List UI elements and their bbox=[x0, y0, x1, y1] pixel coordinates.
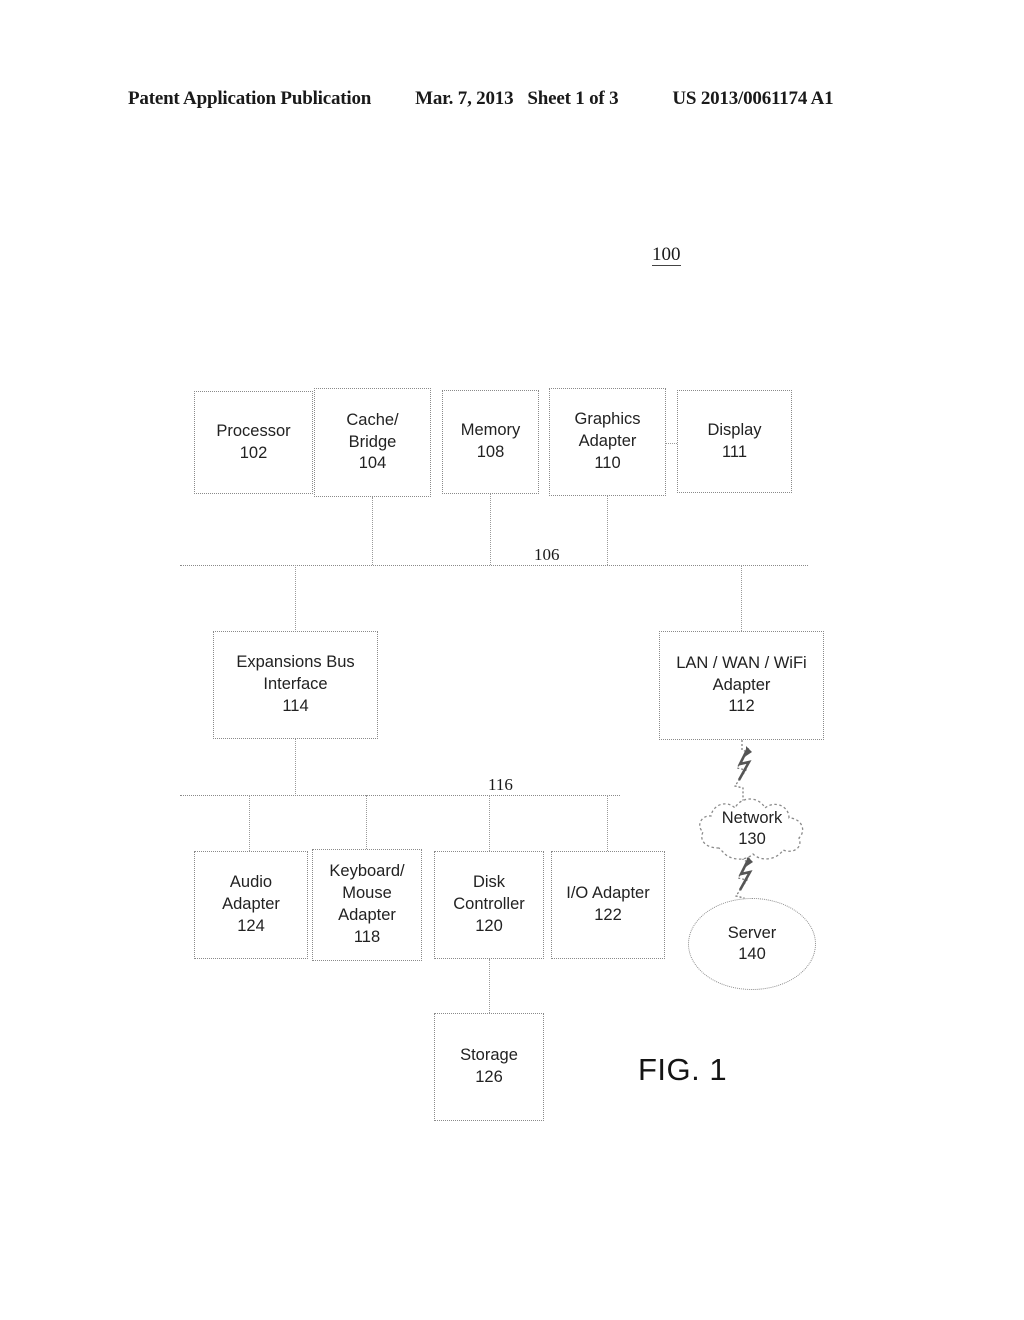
node-storage-number: 126 bbox=[475, 1068, 503, 1086]
node-disk-controller-number: 120 bbox=[475, 916, 503, 935]
node-audio-adapter-label-line2: Adapter bbox=[222, 895, 280, 914]
node-network-cloud: Network 130 bbox=[691, 790, 813, 868]
node-display-label: Display bbox=[707, 420, 762, 439]
sheet-number: Sheet 1 of 3 bbox=[527, 88, 619, 109]
node-io-adapter: I/O Adapter 122 bbox=[551, 851, 665, 959]
node-cache-bridge: Cache/ Bridge 104 bbox=[314, 388, 431, 497]
bus-106 bbox=[180, 565, 808, 566]
node-graphics-adapter: Graphics Adapter 110 bbox=[549, 388, 666, 496]
bus-116-label: 116 bbox=[484, 775, 517, 795]
node-expansions-bus-number: 114 bbox=[282, 696, 309, 715]
drop-cache-to-bus106 bbox=[372, 497, 373, 565]
node-lan-wan-wifi-number: 112 bbox=[728, 697, 755, 716]
node-graphics-adapter-number: 110 bbox=[594, 453, 621, 472]
drop-bus116-to-keyboard-mouse bbox=[366, 795, 367, 851]
node-graphics-adapter-label-line1: Graphics bbox=[574, 410, 641, 429]
bus-106-label: 106 bbox=[530, 545, 564, 565]
drop-bus106-to-expansions-bus bbox=[295, 565, 296, 632]
drop-graphics-to-bus106 bbox=[607, 496, 608, 565]
node-expansions-bus-label-line1: Expansions Bus bbox=[236, 653, 355, 672]
node-memory: Memory 108 bbox=[442, 390, 539, 494]
node-lan-wan-wifi-label-line1: LAN / WAN / WiFi bbox=[676, 653, 807, 672]
node-keyboard-mouse-number: 118 bbox=[353, 927, 381, 946]
node-expansions-bus-label-line2: Interface bbox=[263, 675, 328, 694]
figure-caption: FIG. 1 bbox=[638, 1052, 728, 1087]
node-storage-label: Storage bbox=[460, 1046, 518, 1065]
node-server: Server 140 bbox=[688, 898, 816, 990]
drop-disk-controller-to-storage bbox=[489, 959, 490, 1013]
node-disk-controller-label-line1: Disk bbox=[472, 873, 506, 892]
node-memory-number: 108 bbox=[476, 443, 505, 461]
node-display-number: 111 bbox=[721, 442, 748, 461]
node-cache-bridge-label-line1: Cache/ bbox=[346, 410, 399, 429]
node-server-number: 140 bbox=[738, 945, 766, 963]
node-keyboard-mouse-label-line2: Mouse bbox=[342, 884, 392, 903]
node-audio-adapter-number: 124 bbox=[237, 916, 265, 935]
node-memory-label: Memory bbox=[460, 421, 521, 440]
node-cache-bridge-number: 104 bbox=[358, 454, 387, 473]
node-graphics-adapter-label-line2: Adapter bbox=[578, 432, 637, 451]
node-storage: Storage 126 bbox=[434, 1013, 544, 1121]
node-network-number: 130 bbox=[738, 830, 766, 848]
node-processor-label: Processor bbox=[216, 421, 291, 440]
node-audio-adapter-label-line1: Audio bbox=[229, 873, 273, 892]
node-io-adapter-number: 122 bbox=[594, 906, 622, 924]
drop-expansions-bus-to-bus116 bbox=[295, 739, 296, 796]
drop-bus116-to-disk-controller bbox=[489, 795, 490, 851]
node-disk-controller-label-line2: Controller bbox=[453, 895, 525, 914]
drop-bus116-to-audio-adapter bbox=[249, 795, 250, 851]
node-processor-number: 102 bbox=[239, 443, 268, 462]
node-lan-wan-wifi-adapter: LAN / WAN / WiFi Adapter 112 bbox=[659, 631, 824, 740]
node-display: Display 111 bbox=[677, 390, 792, 493]
drop-bus116-to-io-adapter bbox=[607, 795, 608, 851]
bus-116 bbox=[180, 795, 620, 796]
node-cache-bridge-label-line2: Bridge bbox=[348, 432, 397, 451]
node-keyboard-mouse-label-line1: Keyboard/ bbox=[329, 862, 405, 881]
node-keyboard-mouse-label-line3: Adapter bbox=[338, 906, 396, 924]
patent-number: US 2013/0061174 A1 bbox=[672, 88, 834, 109]
node-expansions-bus-interface: Expansions Bus Interface 114 bbox=[213, 631, 378, 739]
node-processor: Processor 102 bbox=[194, 391, 313, 494]
drop-memory-to-bus106 bbox=[490, 494, 491, 565]
publication-title: Patent Application Publication bbox=[128, 88, 372, 109]
patent-header: Patent Application Publication Mar. 7, 2… bbox=[128, 88, 896, 114]
node-keyboard-mouse-adapter: Keyboard/ Mouse Adapter 118 bbox=[312, 849, 422, 961]
figure-reference-numeral-100: 100 bbox=[652, 244, 681, 266]
publication-date: Mar. 7, 2013 bbox=[415, 88, 514, 109]
node-lan-wan-wifi-label-line2: Adapter bbox=[712, 675, 771, 694]
drop-bus106-to-lan-adapter bbox=[741, 565, 742, 631]
node-disk-controller: Disk Controller 120 bbox=[434, 851, 544, 959]
node-server-label: Server bbox=[727, 923, 777, 942]
node-io-adapter-label: I/O Adapter bbox=[566, 884, 650, 903]
node-audio-adapter: Audio Adapter 124 bbox=[194, 851, 308, 959]
node-network-label: Network bbox=[721, 808, 783, 827]
